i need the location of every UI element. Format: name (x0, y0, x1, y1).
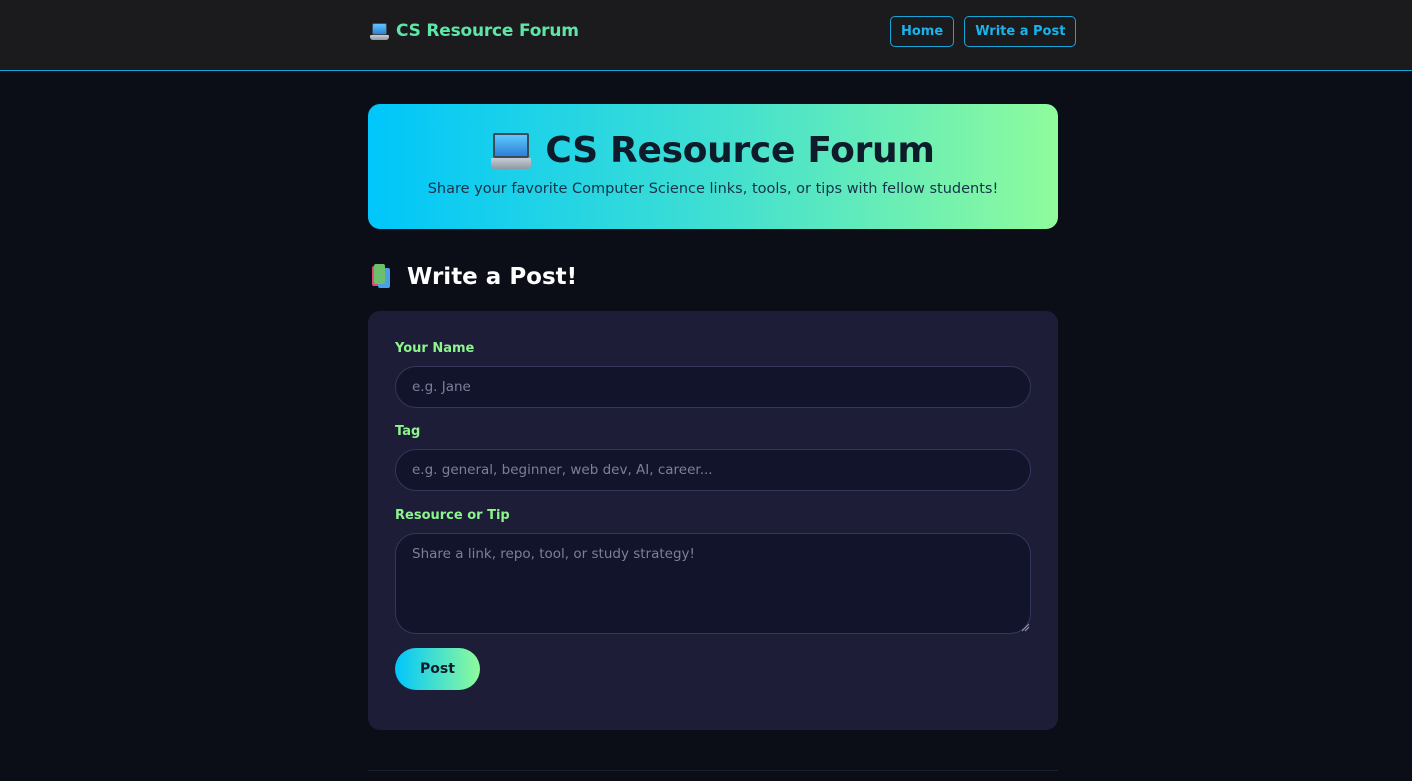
write-post-heading: Write a Post! (407, 264, 578, 290)
section-heading: Write a Post! (370, 262, 577, 292)
books-icon (370, 264, 398, 290)
name-label: Your Name (395, 341, 475, 356)
post-button[interactable]: Post (395, 648, 480, 690)
laptop-icon (491, 132, 532, 169)
tag-label: Tag (395, 424, 421, 439)
write-post-nav-button[interactable]: Write a Post (964, 16, 1077, 47)
home-nav-button[interactable]: Home (890, 16, 955, 47)
laptop-icon (370, 22, 389, 40)
resource-textarea[interactable] (395, 533, 1031, 634)
top-navbar: CS Resource Forum Home Write a Post (0, 0, 1412, 71)
resource-label: Resource or Tip (395, 508, 510, 523)
nav-links: Home Write a Post (890, 16, 1077, 47)
brand-title: CS Resource Forum (396, 21, 579, 41)
hero-banner: CS Resource Forum Share your favorite Co… (368, 104, 1058, 229)
hero-title-row: CS Resource Forum (368, 130, 1058, 171)
divider (368, 770, 1058, 771)
page-title: CS Resource Forum (545, 130, 935, 171)
post-form: Your Name Tag Resource or Tip Post (368, 311, 1058, 730)
page-subtitle: Share your favorite Computer Science lin… (427, 181, 999, 197)
name-input[interactable] (395, 366, 1031, 408)
resize-handle-icon[interactable] (1020, 622, 1030, 632)
brand[interactable]: CS Resource Forum (370, 20, 579, 42)
tag-input[interactable] (395, 449, 1031, 491)
